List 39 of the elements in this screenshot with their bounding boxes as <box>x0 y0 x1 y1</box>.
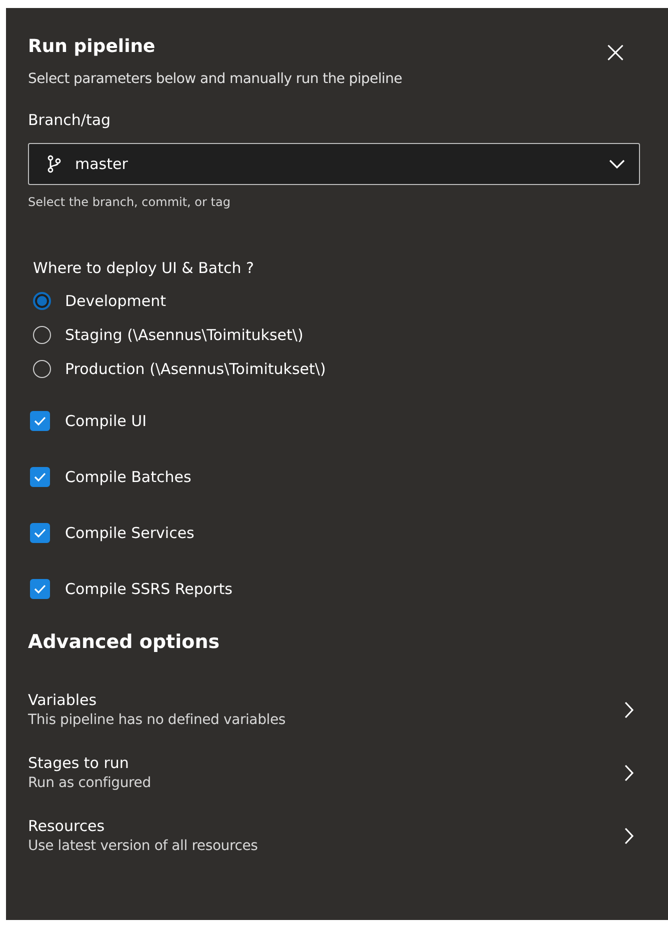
option-title: Stages to run <box>28 754 130 772</box>
option-row[interactable]: Variables This pipeline has no defined variables <box>28 691 640 728</box>
radio-button[interactable] <box>33 292 51 310</box>
checkbox-label: Compile Services <box>65 524 194 542</box>
dialog-subtitle: Select parameters below and manually run the pipeline <box>28 71 402 87</box>
branch-value: master <box>75 155 129 173</box>
radio-label: Development <box>65 292 166 310</box>
radio-label: Production (\Asennus\Toimitukset\) <box>65 360 326 378</box>
checkbox[interactable] <box>30 467 50 487</box>
checkbox-label: Compile SSRS Reports <box>65 580 232 598</box>
branch-dropdown[interactable]: master <box>28 143 640 185</box>
option-row[interactable]: Stages to run Run as configured <box>28 754 640 791</box>
checkmark-icon <box>34 584 46 594</box>
checkmark-icon <box>34 528 46 538</box>
checkbox[interactable] <box>30 579 50 599</box>
checkmark-icon <box>34 472 46 482</box>
chevron-right-icon <box>624 700 634 718</box>
option-title: Variables <box>28 691 98 709</box>
checkbox[interactable] <box>30 523 50 543</box>
dialog-title: Run pipeline <box>28 36 156 58</box>
option-title: Resources <box>28 817 106 835</box>
checkbox-label: Compile Batches <box>65 468 192 486</box>
option-row[interactable]: Resources Use latest version of all resources <box>28 817 640 854</box>
section-heading: Advanced options <box>28 631 221 653</box>
checkbox[interactable] <box>30 411 50 431</box>
option-description: Run as configured <box>28 775 151 791</box>
radio-label: Staging (\Asennus\Toimitukset\) <box>65 326 304 344</box>
field-label: Branch/tag <box>28 111 112 129</box>
chevron-right-icon <box>624 826 634 844</box>
branch-icon <box>47 155 61 173</box>
chevron-right-icon <box>624 764 634 782</box>
checkbox-label: Compile UI <box>65 412 147 430</box>
close-button[interactable]: × <box>594 38 636 68</box>
help-text: Select the branch, commit, or tag <box>28 195 232 209</box>
option-description: Use latest version of all resources <box>28 838 258 854</box>
question-label: Where to deploy UI & Batch ? <box>33 259 255 277</box>
chevron-down-icon <box>609 159 625 169</box>
option-description: This pipeline has no defined variables <box>28 712 286 728</box>
checkmark-icon <box>34 416 46 426</box>
